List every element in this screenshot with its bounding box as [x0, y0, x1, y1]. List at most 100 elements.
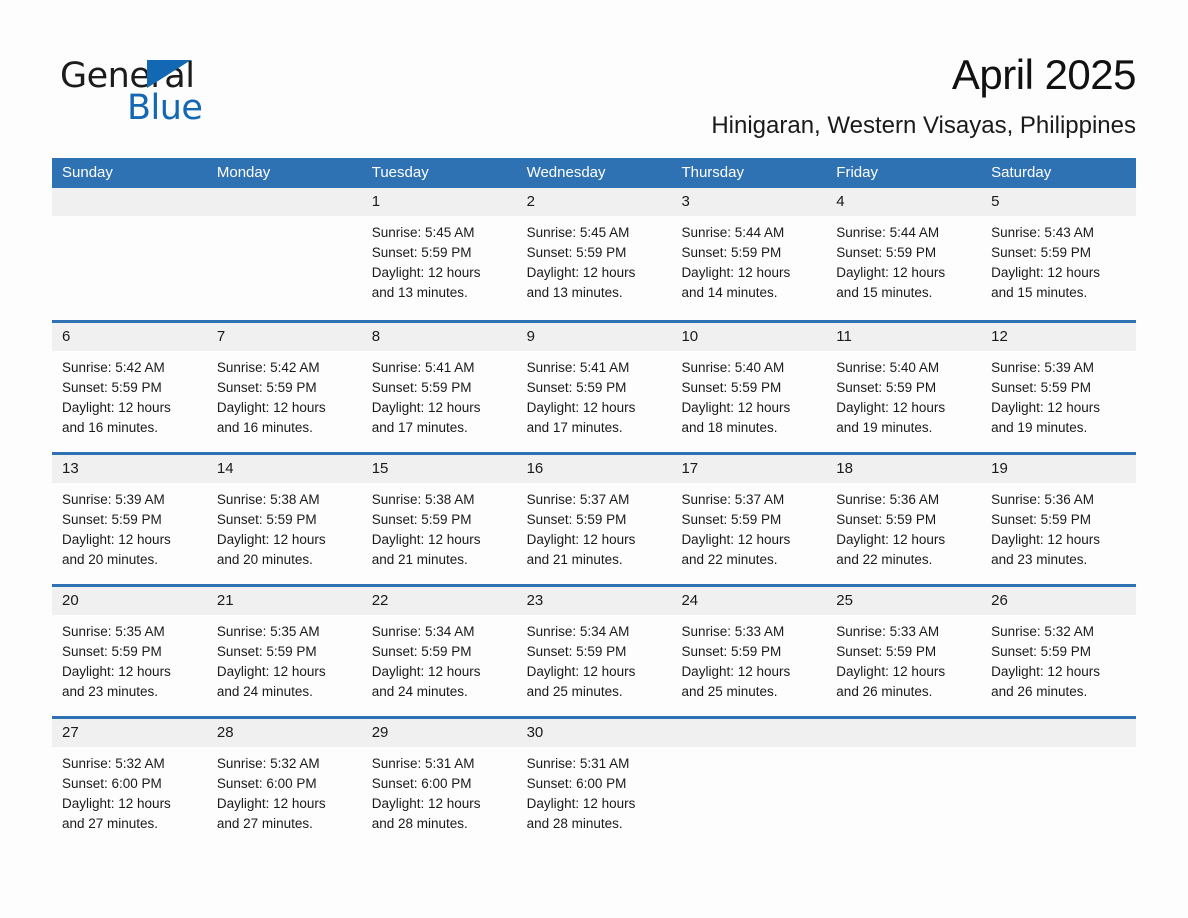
- calendar-day-cell[interactable]: 11 Sunrise: 5:40 AM Sunset: 5:59 PM Dayligh…: [826, 323, 982, 452]
- calendar-day-cell[interactable]: 23 Sunrise: 5:34 AM Sunset: 5:59 PM Dayligh…: [516, 587, 672, 716]
- sun-info-line: Sunrise: 5:41 AM: [526, 360, 630, 375]
- sun-info-line: Sunrise: 5:36 AM: [836, 492, 940, 507]
- sun-info: Sunrise: 5:40 AM Sunset: 5:59 PM Daylight:…: [671, 351, 826, 438]
- date-band: 22: [361, 587, 517, 615]
- sun-info-line: Sunset: 5:59 PM: [62, 512, 162, 527]
- sun-info: Sunrise: 5:39 AM Sunset: 5:59 PM Daylight:…: [981, 351, 1136, 438]
- calendar-day-cell[interactable]: 16 Sunrise: 5:37 AM Sunset: 5:59 PM Dayligh…: [516, 455, 672, 584]
- calendar-day-cell[interactable]: 2 Sunrise: 5:45 AM Sunset: 5:59 PM Daylight…: [516, 188, 672, 320]
- calendar-day-cell[interactable]: 5 Sunrise: 5:43 AM Sunset: 5:59 PM Daylight…: [981, 188, 1137, 320]
- sun-info-line: Daylight: 12 hours: [62, 664, 171, 679]
- calendar-day-cell[interactable]: 19 Sunrise: 5:36 AM Sunset: 5:59 PM Dayligh…: [981, 455, 1137, 584]
- date-band: 5: [981, 188, 1137, 216]
- sun-info-line: Sunset: 5:59 PM: [216, 380, 317, 395]
- sun-info: Sunrise: 5:35 AM Sunset: 5:59 PM Daylight:…: [207, 615, 362, 702]
- general-blue-logo[interactable]: General Blue: [52, 48, 252, 128]
- sun-info-line: Daylight: 12 hours: [216, 400, 326, 415]
- sun-info-line: and 15 minutes.: [836, 285, 933, 300]
- calendar-day-cell[interactable]: 18 Sunrise: 5:36 AM Sunset: 5:59 PM Dayligh…: [826, 455, 982, 584]
- calendar-day-cell[interactable]: 1 Sunrise: 5:45 AM Sunset: 5:59 PM Daylight…: [361, 188, 517, 320]
- date-band: 11: [826, 323, 982, 351]
- date-band: [52, 188, 207, 216]
- calendar-day-cell[interactable]: 6 Sunrise: 5:42 AM Sunset: 5:59 PM Daylight…: [52, 323, 207, 452]
- day-of-week-header-sunday: Sunday: [62, 164, 113, 181]
- day-of-week-header-wednesday: Wednesday: [526, 164, 606, 181]
- calendar-day-cell[interactable]: 22 Sunrise: 5:34 AM Sunset: 5:59 PM Dayligh…: [361, 587, 517, 716]
- sun-info: Sunrise: 5:35 AM Sunset: 5:59 PM Daylight:…: [52, 615, 207, 702]
- calendar-day-cell[interactable]: 28 Sunrise: 5:32 AM Sunset: 6:00 PM Dayligh…: [206, 719, 362, 848]
- sun-info-line: Sunrise: 5:37 AM: [526, 492, 630, 507]
- sun-info-line: Sunrise: 5:32 AM: [62, 756, 165, 771]
- calendar-day-cell[interactable]: 7 Sunrise: 5:42 AM Sunset: 5:59 PM Daylight…: [206, 323, 362, 452]
- sun-info-line: Daylight: 12 hours: [836, 265, 946, 280]
- date-number: 3: [681, 193, 690, 210]
- date-number: 10: [681, 328, 699, 345]
- sun-info: Sunrise: 5:37 AM Sunset: 5:59 PM Daylight:…: [517, 483, 672, 570]
- date-band: 1: [361, 188, 517, 216]
- date-band: [206, 188, 362, 216]
- day-of-week-header-monday: Monday: [216, 164, 271, 181]
- calendar-day-cell[interactable]: 13 Sunrise: 5:39 AM Sunset: 5:59 PM Dayligh…: [52, 455, 207, 584]
- date-band: 24: [671, 587, 827, 615]
- sun-info: Sunrise: 5:34 AM Sunset: 5:59 PM Daylight:…: [517, 615, 672, 702]
- sun-info-line: Sunrise: 5:33 AM: [681, 624, 785, 639]
- sun-info: Sunrise: 5:39 AM Sunset: 5:59 PM Daylight:…: [52, 483, 207, 570]
- sun-info-line: Sunrise: 5:35 AM: [216, 624, 320, 639]
- sun-info-line: Daylight: 12 hours: [526, 532, 636, 547]
- sun-info: Sunrise: 5:31 AM Sunset: 6:00 PM Daylight:…: [517, 747, 672, 834]
- calendar-day-cell[interactable]: 15 Sunrise: 5:38 AM Sunset: 5:59 PM Dayligh…: [361, 455, 517, 584]
- date-number: 21: [216, 592, 234, 609]
- calendar-day-cell[interactable]: 30 Sunrise: 5:31 AM Sunset: 6:00 PM Dayligh…: [516, 719, 672, 848]
- date-band: 13: [52, 455, 207, 483]
- calendar-day-cell[interactable]: 25 Sunrise: 5:33 AM Sunset: 5:59 PM Dayligh…: [826, 587, 982, 716]
- calendar-day-cell-empty: [52, 188, 207, 320]
- calendar-day-cell[interactable]: 3 Sunrise: 5:44 AM Sunset: 5:59 PM Daylight…: [671, 188, 827, 320]
- sun-info-line: and 21 minutes.: [371, 552, 468, 567]
- calendar-day-cell[interactable]: 12 Sunrise: 5:39 AM Sunset: 5:59 PM Dayligh…: [981, 323, 1137, 452]
- calendar-day-cell[interactable]: 20 Sunrise: 5:35 AM Sunset: 5:59 PM Dayligh…: [52, 587, 207, 716]
- calendar-page: General Blue April 2025 Hinigaran, Weste…: [0, 0, 1188, 918]
- date-number: 6: [62, 328, 71, 345]
- sun-info-line: Daylight: 12 hours: [526, 796, 636, 811]
- sun-info: Sunrise: 5:33 AM Sunset: 5:59 PM Daylight:…: [671, 615, 826, 702]
- sun-info-line: Sunrise: 5:34 AM: [526, 624, 630, 639]
- day-of-week-header-tuesday: Tuesday: [371, 164, 429, 181]
- calendar-week-row: 1 Sunrise: 5:45 AM Sunset: 5:59 PM Daylight…: [52, 188, 1137, 320]
- date-number: 17: [681, 460, 699, 477]
- calendar-day-cell[interactable]: 29 Sunrise: 5:31 AM Sunset: 6:00 PM Dayligh…: [361, 719, 517, 848]
- sun-info-line: and 16 minutes.: [216, 420, 313, 435]
- date-band: 25: [826, 587, 982, 615]
- calendar-day-cell[interactable]: 14 Sunrise: 5:38 AM Sunset: 5:59 PM Dayligh…: [206, 455, 362, 584]
- calendar-day-cell[interactable]: 10 Sunrise: 5:40 AM Sunset: 5:59 PM Dayligh…: [671, 323, 827, 452]
- date-band: [981, 719, 1137, 747]
- date-number: 9: [526, 328, 535, 345]
- date-band: [826, 719, 982, 747]
- calendar-day-cell[interactable]: 8 Sunrise: 5:41 AM Sunset: 5:59 PM Daylight…: [361, 323, 517, 452]
- sun-info-line: Sunset: 5:59 PM: [836, 245, 937, 260]
- date-band: 21: [206, 587, 362, 615]
- calendar-day-cell[interactable]: 27 Sunrise: 5:32 AM Sunset: 6:00 PM Dayligh…: [52, 719, 207, 848]
- calendar-day-cell[interactable]: 21 Sunrise: 5:35 AM Sunset: 5:59 PM Dayligh…: [206, 587, 362, 716]
- sun-info-line: Sunrise: 5:38 AM: [371, 492, 475, 507]
- sun-info-line: Daylight: 12 hours: [216, 532, 326, 547]
- sun-info-line: Daylight: 12 hours: [371, 796, 481, 811]
- calendar-day-cell[interactable]: 4 Sunrise: 5:44 AM Sunset: 5:59 PM Daylight…: [826, 188, 982, 320]
- sun-info-line: and 17 minutes.: [371, 420, 468, 435]
- sun-info: Sunrise: 5:44 AM Sunset: 5:59 PM Daylight:…: [826, 216, 981, 303]
- sun-info: Sunrise: 5:36 AM Sunset: 5:59 PM Daylight:…: [826, 483, 981, 570]
- date-band: 2: [516, 188, 672, 216]
- sun-info-line: Daylight: 12 hours: [991, 400, 1100, 415]
- date-band: 6: [52, 323, 207, 351]
- calendar-day-cell[interactable]: 26 Sunrise: 5:32 AM Sunset: 5:59 PM Dayligh…: [981, 587, 1137, 716]
- calendar-day-cell[interactable]: 17 Sunrise: 5:37 AM Sunset: 5:59 PM Dayligh…: [671, 455, 827, 584]
- date-number: 30: [526, 724, 544, 741]
- calendar-week-row: 27 Sunrise: 5:32 AM Sunset: 6:00 PM Dayligh…: [52, 716, 1137, 848]
- sun-info-line: and 27 minutes.: [216, 816, 313, 831]
- sun-info-line: Daylight: 12 hours: [371, 532, 481, 547]
- sun-info-line: Sunset: 5:59 PM: [526, 380, 627, 395]
- calendar-day-cell[interactable]: 9 Sunrise: 5:41 AM Sunset: 5:59 PM Daylight…: [516, 323, 672, 452]
- sun-info-line: and 20 minutes.: [216, 552, 313, 567]
- sun-info-line: Sunset: 5:59 PM: [836, 512, 937, 527]
- sun-info: [671, 747, 826, 754]
- calendar-day-cell[interactable]: 24 Sunrise: 5:33 AM Sunset: 5:59 PM Dayligh…: [671, 587, 827, 716]
